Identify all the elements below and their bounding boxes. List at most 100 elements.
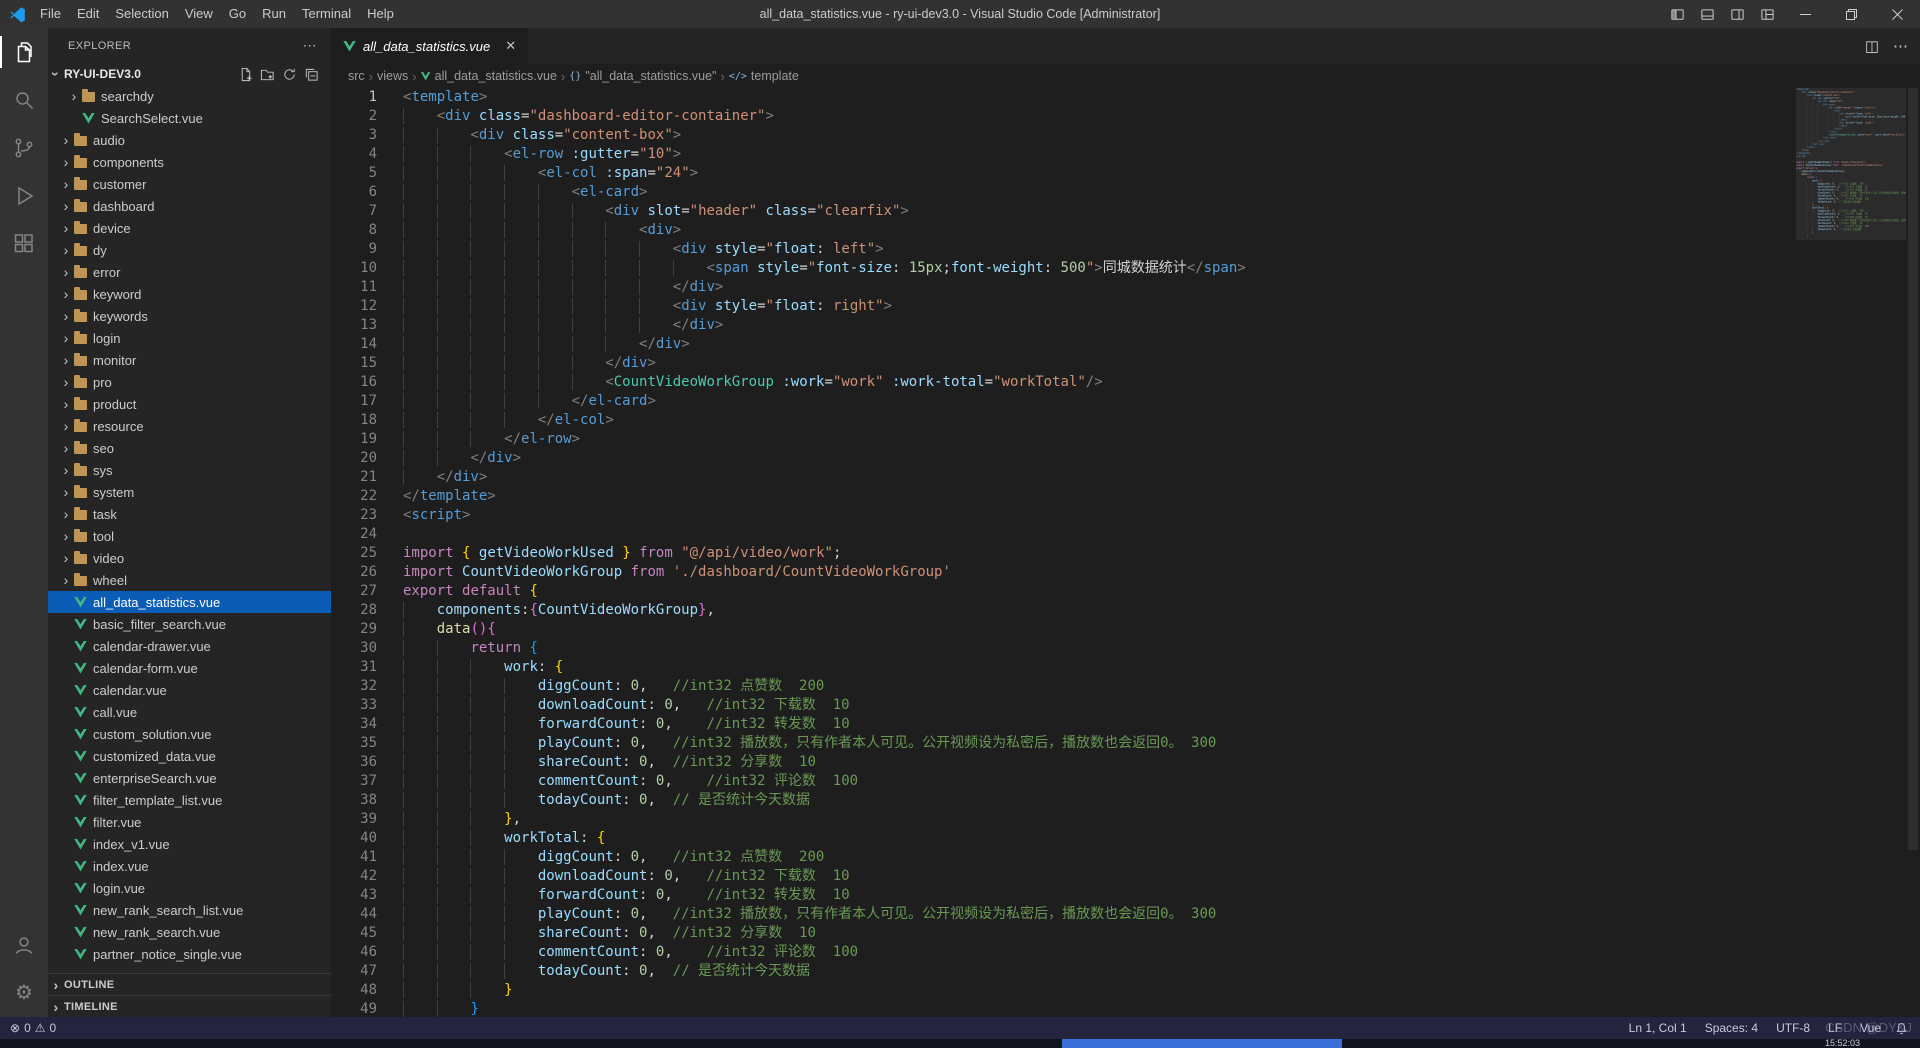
code-line[interactable]: 14 </div>: [331, 335, 1920, 354]
code-line[interactable]: 45 shareCount: 0, //int32 分享数 10: [331, 924, 1920, 943]
project-section-header[interactable]: › RY-UI-DEV3.0: [48, 63, 331, 85]
tree-item-calendar.vue[interactable]: ›calendar.vue: [48, 679, 331, 701]
chevron-right-icon[interactable]: ›: [58, 155, 74, 169]
menu-terminal[interactable]: Terminal: [294, 0, 359, 28]
chevron-right-icon[interactable]: ›: [58, 221, 74, 235]
tree-item-new_rank_search.vue[interactable]: ›new_rank_search.vue: [48, 921, 331, 943]
chevron-right-icon[interactable]: ›: [58, 243, 74, 257]
refresh-icon[interactable]: [280, 65, 299, 84]
tree-item-product[interactable]: › product: [48, 393, 331, 415]
chevron-right-icon[interactable]: ›: [58, 309, 74, 323]
tree-item-seo[interactable]: › seo: [48, 437, 331, 459]
minimap-slider[interactable]: [1796, 88, 1906, 240]
code-line[interactable]: 38 todayCount: 0, // 是否统计今天数据: [331, 791, 1920, 810]
account-icon[interactable]: [0, 921, 48, 969]
menu-view[interactable]: View: [177, 0, 221, 28]
code-line[interactable]: 2 <div class="dashboard-editor-container…: [331, 107, 1920, 126]
chevron-right-icon[interactable]: ›: [58, 265, 74, 279]
code-line[interactable]: 16 <CountVideoWorkGroup :work="work" :wo…: [331, 373, 1920, 392]
tree-item-dy[interactable]: › dy: [48, 239, 331, 261]
tree-item-customer[interactable]: › customer: [48, 173, 331, 195]
toggle-secondary-sidebar-icon[interactable]: [1722, 0, 1752, 28]
tree-item-index.vue[interactable]: ›index.vue: [48, 855, 331, 877]
code-line[interactable]: 26 import CountVideoWorkGroup from './das…: [331, 563, 1920, 582]
breadcrumb-item[interactable]: all_data_statistics.vue: [420, 69, 557, 83]
chevron-right-icon[interactable]: ›: [58, 441, 74, 455]
toggle-sidebar-icon[interactable]: [1662, 0, 1692, 28]
code-line[interactable]: 23 <script>: [331, 506, 1920, 525]
settings-gear-icon[interactable]: ⚙: [0, 969, 48, 1017]
code-line[interactable]: 25 import { getVideoWorkUsed } from "@/ap…: [331, 544, 1920, 563]
code-line[interactable]: 18 </el-col>: [331, 411, 1920, 430]
tree-item-video[interactable]: › video: [48, 547, 331, 569]
chevron-right-icon[interactable]: ›: [58, 485, 74, 499]
code-line[interactable]: 43 forwardCount: 0, //int32 转发数 10: [331, 886, 1920, 905]
tree-item-login[interactable]: › login: [48, 327, 331, 349]
breadcrumb-item[interactable]: </> template: [729, 69, 799, 83]
notifications-bell-icon[interactable]: [1895, 1022, 1908, 1035]
code-line[interactable]: 15 </div>: [331, 354, 1920, 373]
code-line[interactable]: 42 downloadCount: 0, //int32 下载数 10: [331, 867, 1920, 886]
chevron-right-icon[interactable]: ›: [58, 177, 74, 191]
code-line[interactable]: 13 </div>: [331, 316, 1920, 335]
code-line[interactable]: 36 shareCount: 0, //int32 分享数 10: [331, 753, 1920, 772]
tree-item-searchdy[interactable]: › searchdy: [48, 85, 331, 107]
menu-help[interactable]: Help: [359, 0, 402, 28]
close-window-button[interactable]: [1874, 0, 1920, 28]
split-editor-icon[interactable]: ◫: [1865, 37, 1879, 55]
tree-item-login.vue[interactable]: ›login.vue: [48, 877, 331, 899]
menu-run[interactable]: Run: [254, 0, 294, 28]
code-line[interactable]: 24: [331, 525, 1920, 544]
chevron-right-icon[interactable]: ›: [58, 331, 74, 345]
tree-item-calendar-drawer.vue[interactable]: ›calendar-drawer.vue: [48, 635, 331, 657]
code-line[interactable]: 33 downloadCount: 0, //int32 下载数 10: [331, 696, 1920, 715]
customize-layout-icon[interactable]: [1752, 0, 1782, 28]
breadcrumb-item[interactable]: src: [348, 69, 365, 83]
code-line[interactable]: 32 diggCount: 0, //int32 点赞数 200: [331, 677, 1920, 696]
toggle-panel-icon[interactable]: [1692, 0, 1722, 28]
tree-item-tool[interactable]: › tool: [48, 525, 331, 547]
tree-item-device[interactable]: › device: [48, 217, 331, 239]
search-icon[interactable]: [0, 76, 48, 124]
minimap[interactable]: <template> <div class="dashboard-editor-…: [1796, 88, 1906, 1017]
chevron-right-icon[interactable]: ›: [58, 133, 74, 147]
code-line[interactable]: 9 <div style="float: left">: [331, 240, 1920, 259]
tree-item-resource[interactable]: › resource: [48, 415, 331, 437]
tree-item-keyword[interactable]: › keyword: [48, 283, 331, 305]
sidebar-panel-outline[interactable]: › OUTLINE: [48, 973, 331, 995]
chevron-right-icon[interactable]: ›: [58, 507, 74, 521]
restore-button[interactable]: [1828, 0, 1874, 28]
tree-item-keywords[interactable]: › keywords: [48, 305, 331, 327]
chevron-right-icon[interactable]: ›: [58, 199, 74, 213]
code-line[interactable]: 17 </el-card>: [331, 392, 1920, 411]
tab-all-data-statistics[interactable]: all_data_statistics.vue ✕: [331, 28, 529, 64]
code-line[interactable]: 27 export default {: [331, 582, 1920, 601]
tree-item-task[interactable]: › task: [48, 503, 331, 525]
chevron-right-icon[interactable]: ›: [58, 353, 74, 367]
menu-go[interactable]: Go: [221, 0, 254, 28]
breadcrumb-item[interactable]: views: [377, 69, 408, 83]
more-actions-icon[interactable]: ⋯: [303, 37, 317, 54]
tree-item-enterpriseSearch.vue[interactable]: ›enterpriseSearch.vue: [48, 767, 331, 789]
code-line[interactable]: 8 <div>: [331, 221, 1920, 240]
tree-item-wheel[interactable]: › wheel: [48, 569, 331, 591]
chevron-right-icon[interactable]: ›: [58, 529, 74, 543]
extensions-icon[interactable]: [0, 220, 48, 268]
code-line[interactable]: 12 <div style="float: right">: [331, 297, 1920, 316]
code-line[interactable]: 40 workTotal: {: [331, 829, 1920, 848]
code-line[interactable]: 5 <el-col :span="24">: [331, 164, 1920, 183]
code-line[interactable]: 34 forwardCount: 0, //int32 转发数 10: [331, 715, 1920, 734]
code-line[interactable]: 44 playCount: 0, //int32 播放数，只有作者本人可见。公开…: [331, 905, 1920, 924]
code-line[interactable]: 22 </template>: [331, 487, 1920, 506]
encoding[interactable]: UTF-8: [1776, 1021, 1810, 1035]
tree-item-filter.vue[interactable]: ›filter.vue: [48, 811, 331, 833]
code-line[interactable]: 21 </div>: [331, 468, 1920, 487]
tree-item-audio[interactable]: › audio: [48, 129, 331, 151]
code-line[interactable]: 6 <el-card>: [331, 183, 1920, 202]
problems-indicator[interactable]: ⊗ 0 ⚠ 0: [10, 1021, 56, 1035]
eol[interactable]: LF: [1828, 1021, 1842, 1035]
code-line[interactable]: 19 </el-row>: [331, 430, 1920, 449]
code-editor[interactable]: 1 <template> 2 <div class="dashboard-edito…: [331, 88, 1920, 1017]
chevron-right-icon[interactable]: ›: [58, 375, 74, 389]
chevron-right-icon[interactable]: ›: [58, 419, 74, 433]
